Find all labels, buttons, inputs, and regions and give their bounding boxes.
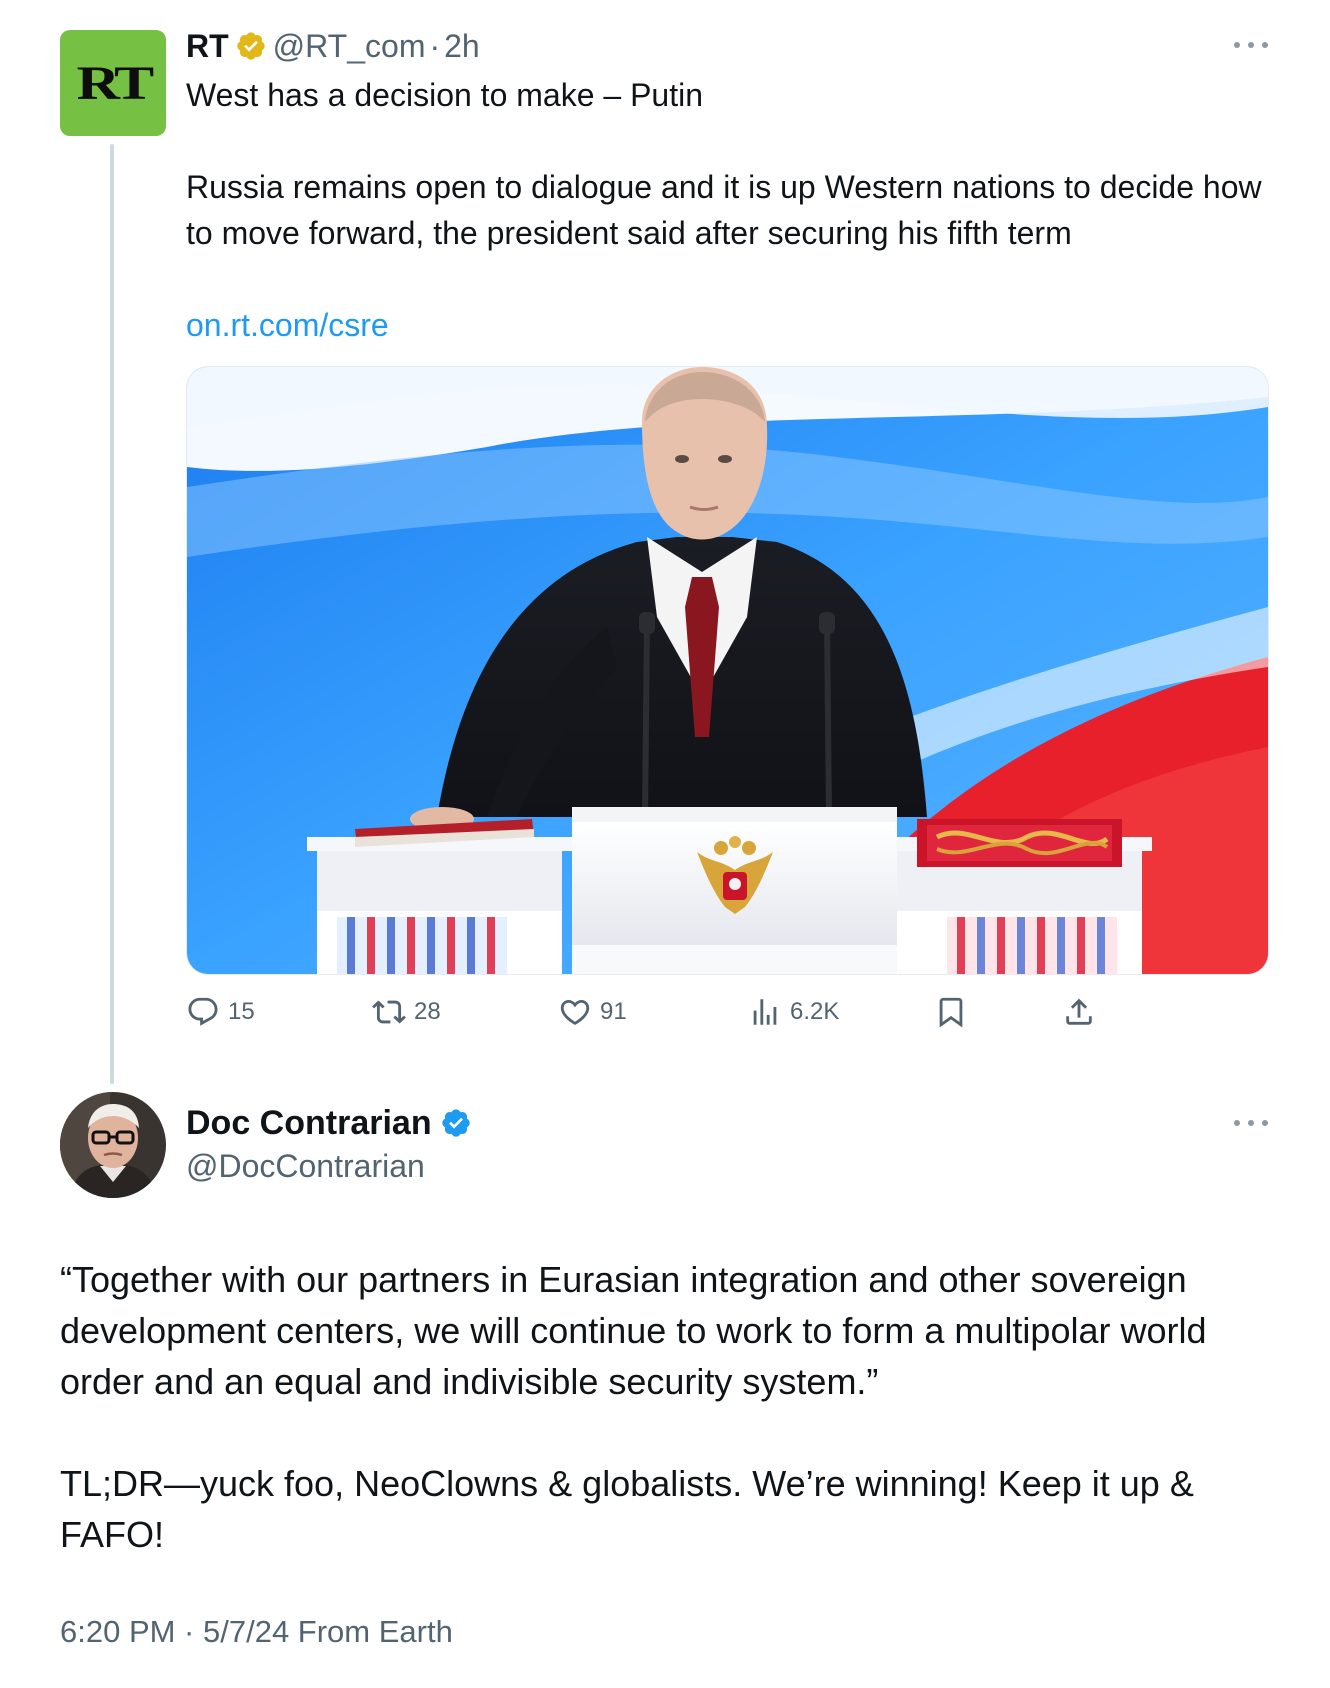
reply-count: 15 <box>228 998 255 1025</box>
reply-icon <box>188 997 218 1026</box>
reply-tweet-body: “Together with our partners in Eurasian … <box>60 1254 1290 1560</box>
parent-tweet-time[interactable]: 2h <box>444 28 480 65</box>
profile-photo <box>60 1092 166 1198</box>
parent-author-handle[interactable]: @RT_com <box>273 28 426 65</box>
views-action[interactable]: 6.2K <box>748 990 839 1034</box>
verified-gold-badge-icon <box>236 32 265 60</box>
verified-blue-badge-icon <box>441 1109 470 1137</box>
like-count: 91 <box>600 998 627 1025</box>
header-separator: · <box>429 27 441 64</box>
reply-author-name[interactable]: Doc Contrarian <box>186 1104 432 1143</box>
reply-author-handle[interactable]: @DocContrarian <box>186 1146 425 1186</box>
repost-icon <box>372 1000 406 1024</box>
rt-logo: RT <box>76 56 154 110</box>
article-link[interactable]: on.rt.com/csre <box>186 302 1266 348</box>
view-count: 6.2K <box>790 998 840 1025</box>
share-icon <box>1066 998 1092 1025</box>
bookmark-action[interactable] <box>934 990 968 1034</box>
reply-timestamp[interactable]: 6:20 PM · 5/7/24 From Earth <box>60 1614 453 1650</box>
reply-action[interactable]: 15 <box>186 990 255 1034</box>
heart-icon <box>560 999 590 1025</box>
tweet-action-bar: 15 28 91 6.2K <box>186 990 1186 1034</box>
like-action[interactable]: 91 <box>558 990 627 1034</box>
share-action[interactable] <box>1062 990 1096 1034</box>
repost-action[interactable]: 28 <box>372 990 441 1034</box>
reply-author-row: Doc Contrarian <box>186 1100 472 1146</box>
parent-tweet-headline: West has a decision to make – Putin <box>186 77 704 113</box>
parent-tweet-summary: Russia remains open to dialogue and it i… <box>186 169 1262 251</box>
parent-author-name[interactable]: RT <box>186 28 229 65</box>
bookmark-icon <box>939 997 963 1028</box>
analytics-icon <box>753 999 777 1025</box>
doc-contrarian-avatar[interactable] <box>60 1092 166 1198</box>
more-options-icon[interactable] <box>1234 40 1268 50</box>
repost-count: 28 <box>414 998 441 1025</box>
thread-line <box>110 144 114 1084</box>
more-options-icon[interactable] <box>1234 1118 1268 1128</box>
rt-avatar[interactable]: RT <box>60 30 166 136</box>
inauguration-photo-illustration <box>187 367 1268 974</box>
reply-comment-text: TL;DR—yuck foo, NeoClowns & globalists. … <box>60 1463 1194 1555</box>
reply-quote-text: “Together with our partners in Eurasian … <box>60 1259 1207 1402</box>
tweet-photo[interactable] <box>186 366 1269 975</box>
parent-tweet-header: RT @RT_com · 2h <box>186 24 480 68</box>
parent-tweet-body: West has a decision to make – Putin Russ… <box>186 72 1266 348</box>
